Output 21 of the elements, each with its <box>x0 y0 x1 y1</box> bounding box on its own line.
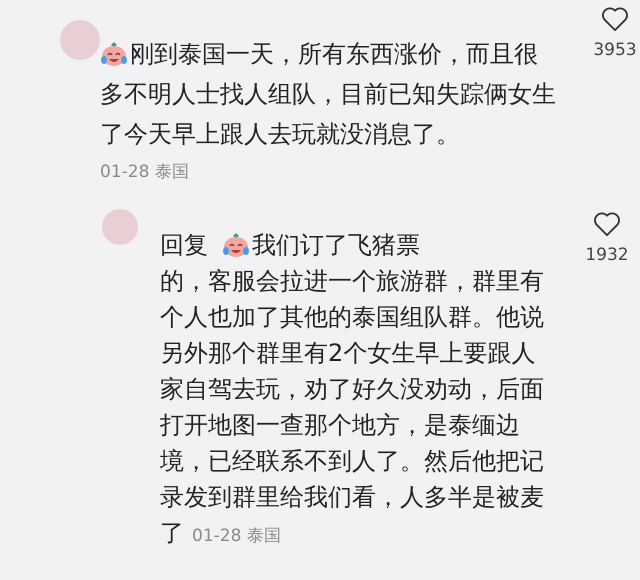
heart-icon[interactable] <box>593 211 621 237</box>
heart-icon[interactable] <box>601 6 629 32</box>
comment-text-line: 了今天早上跟人去玩就没消息了。 <box>100 119 460 150</box>
reply-text-line: 我们订了飞猪票 <box>252 230 420 261</box>
comment-text-line: 多不明人士找人组队，目前已知失踪俩女生 <box>100 79 556 110</box>
reply-text-line: 了 <box>160 518 184 549</box>
crying-laugh-emoji-icon <box>100 40 128 68</box>
reply-text-line: 个人也加了其他的泰国组队群。他说 <box>160 302 544 333</box>
crying-laugh-emoji-icon <box>222 231 250 259</box>
like-count: 3953 <box>593 40 637 60</box>
comment-date: 01-28 泰国 <box>100 161 190 183</box>
reply-text-line: 录发到群里给我们看，人多半是被麦 <box>160 482 544 513</box>
comment-text-line: 刚到泰国一天，所有东西涨价，而且很 <box>130 39 538 70</box>
reply-label: 回复 <box>160 230 208 261</box>
reply-text-line: 的，客服会拉进一个旅游群，群里有 <box>160 266 544 297</box>
reply-date: 01-28 泰国 <box>192 524 281 546</box>
reply-text-line: 家自驾去玩，劝了好久没劝动，后面 <box>160 374 544 405</box>
like-count: 1932 <box>585 245 629 265</box>
reply-text-line: 打开地图一查那个地方，是泰缅边 <box>160 410 520 441</box>
reply-text-line: 境，已经联系不到人了。然后他把记 <box>160 446 544 477</box>
reply-text-line: 另外那个群里有2个女生早上要跟人 <box>160 338 536 369</box>
